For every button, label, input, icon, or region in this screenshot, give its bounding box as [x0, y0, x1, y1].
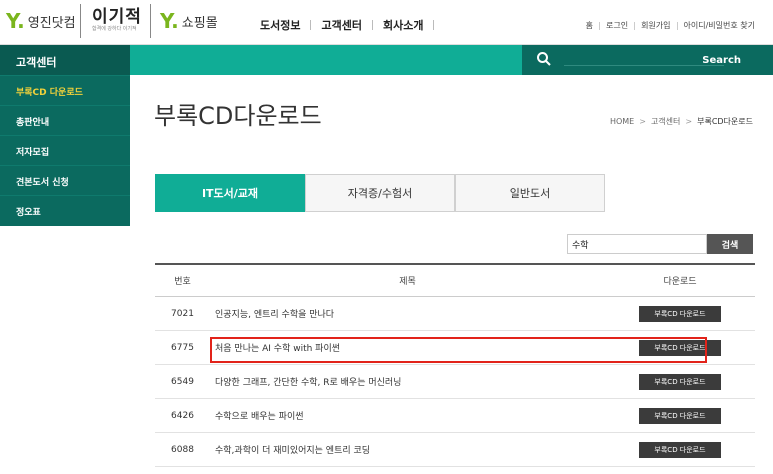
nav-customer-center[interactable]: 고객센터	[321, 17, 361, 33]
util-login-link[interactable]: 로그인	[606, 20, 628, 31]
table-row: 6426 수학으로 배우는 파이썬 부록CD 다운로드	[155, 399, 755, 433]
youngjin-logo-text: 영진닷컴	[27, 15, 76, 31]
sidebar-item-distributors[interactable]: 총판안내	[0, 105, 130, 135]
table-header: 번호 제목 다운로드	[155, 263, 755, 297]
section-bar	[130, 45, 522, 75]
cd-download-button[interactable]: 부록CD 다운로드	[639, 373, 721, 390]
shopping-mall-logo[interactable]: Y. 쇼핑몰	[160, 8, 218, 34]
sidebar-item-sample-request[interactable]: 견본도서 신청	[0, 165, 130, 195]
row-title[interactable]: 다양한 그래프, 간단한 수학, R로 배우는 머신러닝	[210, 375, 605, 388]
igijeok-logo[interactable]: 이기적 합격에 강하다 이기적	[92, 8, 142, 34]
table-row: 6775 처음 만나는 AI 수학 with 파이썬 부록CD 다운로드	[155, 331, 755, 365]
logo-divider	[80, 4, 81, 38]
site-header: Y. 영진닷컴 이기적 합격에 강하다 이기적 Y. 쇼핑몰 도서정보 고객센터…	[0, 0, 773, 45]
breadcrumb-chevron-icon: >	[685, 117, 693, 126]
youngjin-logo[interactable]: Y. 영진닷컴	[6, 8, 76, 34]
sidebar-item-author-recruit[interactable]: 저자모집	[0, 135, 130, 165]
row-number: 6088	[171, 444, 194, 455]
page-title: 부록CD다운로드	[154, 102, 322, 130]
sidebar-title: 고객센터	[0, 45, 130, 75]
row-title[interactable]: 수학,과학이 더 재미있어지는 엔트리 코딩	[210, 443, 605, 456]
sidebar: 고객센터 부록CD 다운로드 총판안내 저자모집 견본도서 신청 정오표	[0, 45, 130, 226]
site-search-bar[interactable]: Search	[522, 45, 773, 75]
tab-certification[interactable]: 자격증/수험서	[305, 174, 455, 212]
shopping-logo-text: 쇼핑몰	[181, 15, 218, 31]
cd-download-button[interactable]: 부록CD 다운로드	[639, 407, 721, 424]
tab-it-books[interactable]: IT도서/교재	[155, 174, 305, 212]
igijeok-logo-tagline: 합격에 강하다 이기적	[92, 26, 137, 32]
breadcrumb-home[interactable]: HOME	[610, 117, 634, 126]
nav-divider	[433, 20, 435, 30]
util-divider	[634, 21, 636, 30]
nav-divider	[310, 20, 312, 30]
cd-download-button[interactable]: 부록CD 다운로드	[639, 441, 721, 458]
util-find-account-link[interactable]: 아이디/비밀번호 찾기	[684, 20, 755, 31]
column-header-title: 제목	[399, 277, 416, 287]
breadcrumb-current: 부록CD다운로드	[697, 117, 753, 126]
utility-links: 홈 로그인 회원가입 아이디/비밀번호 찾기	[586, 20, 755, 31]
youngjin-logo-mark: Y.	[6, 9, 25, 33]
sidebar-item-cd-download[interactable]: 부록CD 다운로드	[0, 75, 130, 105]
search-icon[interactable]	[536, 51, 552, 67]
nav-company-info[interactable]: 회사소개	[383, 17, 423, 33]
search-label: Search	[702, 55, 741, 66]
category-tabs: IT도서/교재 자격증/수험서 일반도서	[155, 174, 605, 212]
sidebar-item-errata[interactable]: 정오표	[0, 195, 130, 225]
book-search-button[interactable]: 검색	[707, 234, 753, 254]
logo-divider	[150, 4, 151, 38]
util-divider	[598, 21, 600, 30]
column-header-download: 다운로드	[663, 277, 697, 287]
highlight-box	[210, 337, 707, 363]
book-search: 검색	[567, 234, 753, 254]
igijeok-logo-text: 이기적	[92, 7, 142, 27]
column-header-number: 번호	[174, 277, 191, 287]
search-underline	[564, 65, 724, 66]
row-number: 6549	[171, 376, 194, 387]
breadcrumb: HOME > 고객센터 > 부록CD다운로드	[610, 116, 753, 127]
download-table: 번호 제목 다운로드 7021 인공지능, 엔트리 수학을 만나다 부록CD 다…	[155, 263, 755, 467]
row-number: 6775	[171, 342, 194, 353]
row-number: 7021	[171, 308, 194, 319]
cd-download-button[interactable]: 부록CD 다운로드	[639, 305, 721, 322]
nav-divider	[371, 20, 373, 30]
book-search-input[interactable]	[567, 234, 707, 254]
shopping-logo-mark: Y.	[160, 9, 179, 33]
tab-general-books[interactable]: 일반도서	[455, 174, 605, 212]
breadcrumb-chevron-icon: >	[639, 117, 646, 126]
nav-book-info[interactable]: 도서정보	[260, 17, 300, 33]
util-divider	[676, 21, 678, 30]
table-row: 7021 인공지능, 엔트리 수학을 만나다 부록CD 다운로드	[155, 297, 755, 331]
breadcrumb-customer-center[interactable]: 고객센터	[651, 116, 680, 127]
util-home-link[interactable]: 홈	[586, 20, 593, 31]
table-row: 6088 수학,과학이 더 재미있어지는 엔트리 코딩 부록CD 다운로드	[155, 433, 755, 467]
row-title[interactable]: 수학으로 배우는 파이썬	[210, 409, 605, 422]
top-nav: 도서정보 고객센터 회사소개	[260, 17, 444, 33]
row-number: 6426	[171, 410, 194, 421]
row-title[interactable]: 인공지능, 엔트리 수학을 만나다	[210, 307, 605, 320]
util-signup-link[interactable]: 회원가입	[641, 20, 670, 31]
table-row: 6549 다양한 그래프, 간단한 수학, R로 배우는 머신러닝 부록CD 다…	[155, 365, 755, 399]
